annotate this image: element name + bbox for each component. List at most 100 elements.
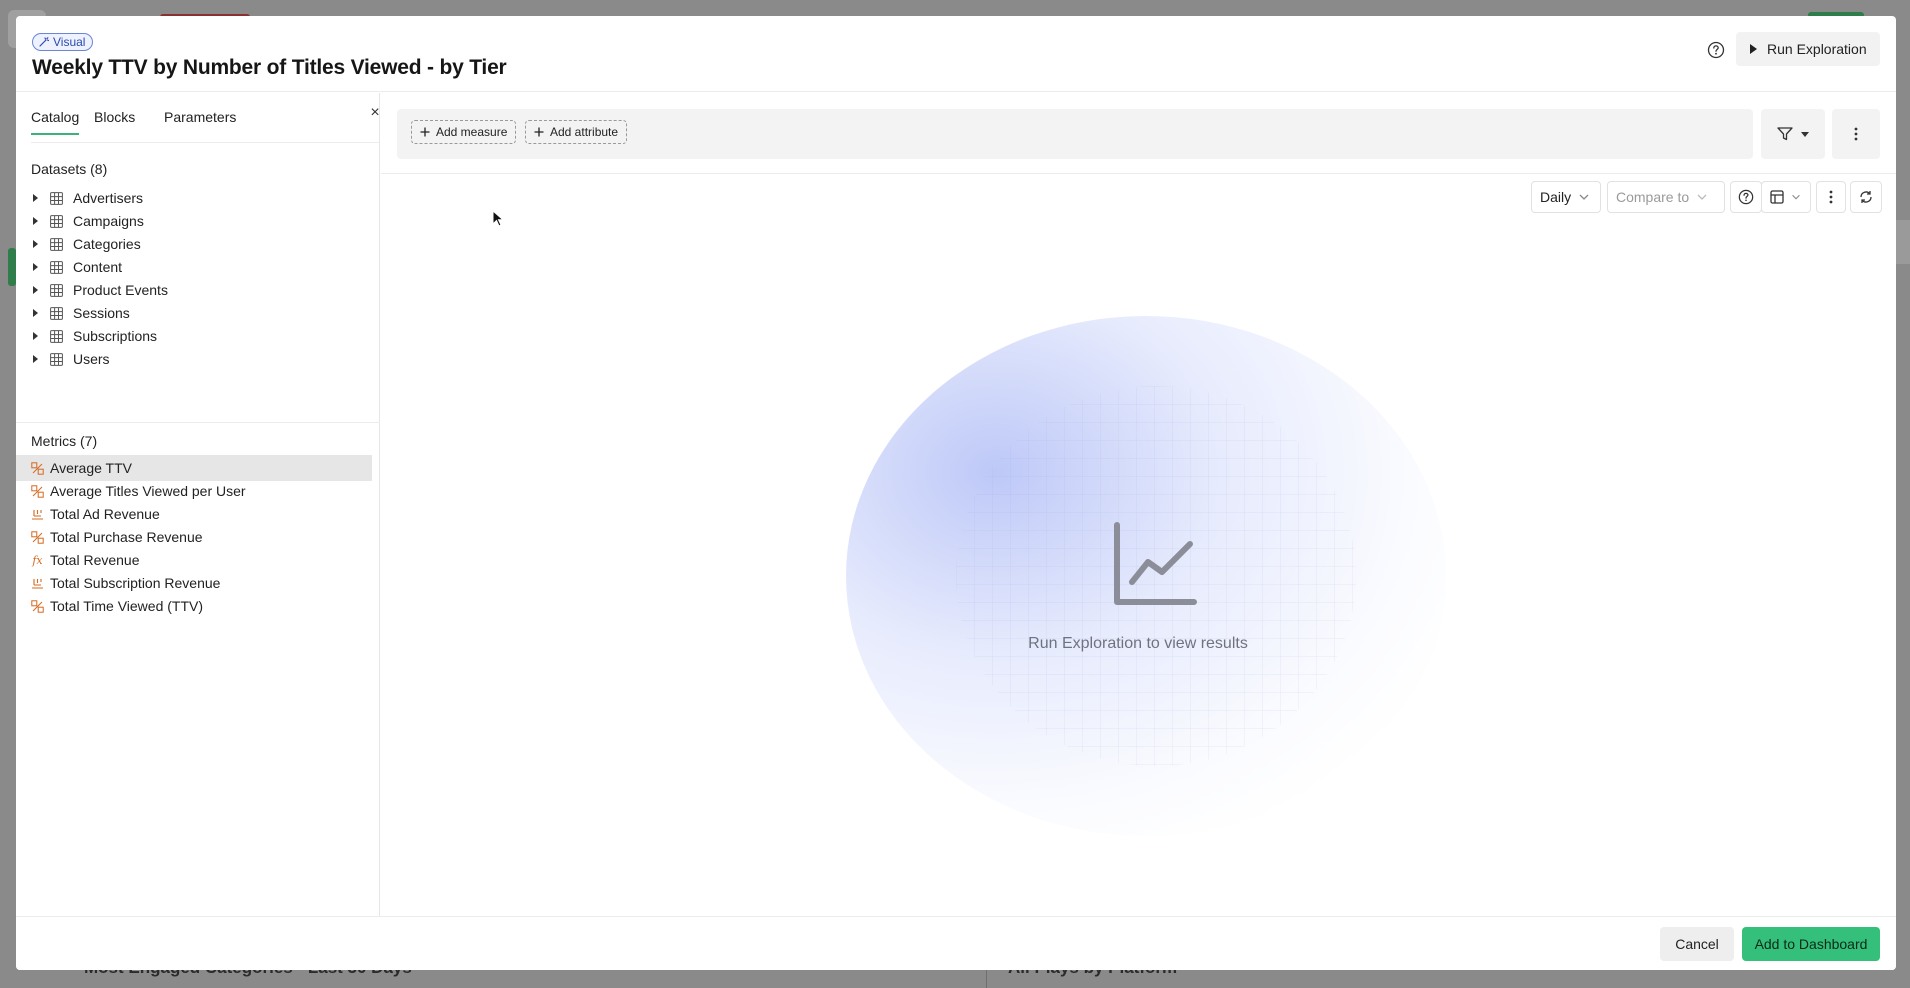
caret-right-icon[interactable] (33, 263, 38, 271)
modal-header: Visual Weekly TTV by Number of Titles Vi… (16, 16, 1896, 92)
table-icon (1770, 190, 1784, 204)
background-green-tab (8, 248, 16, 286)
background-right-strip (1896, 220, 1910, 264)
catalog-tabs: Catalog Blocks Parameters × (31, 93, 380, 143)
chevron-down-icon (1792, 194, 1800, 200)
tab-parameters[interactable]: Parameters (164, 109, 236, 125)
dataset-label: Advertisers (73, 190, 144, 206)
play-icon (1750, 44, 1757, 54)
table-icon (50, 191, 63, 205)
help-button[interactable] (1704, 38, 1728, 62)
compare-to-select[interactable]: Compare to (1607, 181, 1725, 213)
filter-icon (1777, 127, 1793, 141)
dataset-item[interactable]: Content (31, 256, 371, 278)
chevron-down-icon (1697, 194, 1707, 200)
visualization-type-select[interactable] (1761, 181, 1811, 213)
datasets-heading: Datasets (8) (31, 161, 108, 177)
line-chart-icon (1114, 522, 1197, 605)
tab-catalog[interactable]: Catalog (31, 109, 80, 135)
dataset-item[interactable]: Campaigns (31, 210, 371, 232)
table-icon (50, 306, 63, 320)
chevron-down-icon (1579, 194, 1589, 200)
granularity-select[interactable]: Daily (1531, 181, 1601, 213)
refresh-button[interactable] (1850, 181, 1882, 213)
tab-blocks[interactable]: Blocks (94, 109, 135, 125)
table-icon (50, 352, 63, 366)
cancel-button[interactable]: Cancel (1660, 927, 1734, 961)
close-panel-button[interactable]: × (367, 104, 383, 122)
catalog-panel: Catalog Blocks Parameters × Datasets (8)… (16, 93, 380, 916)
dataset-item[interactable]: Sessions (31, 302, 371, 324)
section-divider (16, 422, 380, 423)
add-attribute-label: Add attribute (550, 125, 619, 139)
metrics-heading: Metrics (7) (31, 433, 98, 449)
metric-label: Total Time Viewed (TTV) (50, 598, 204, 614)
sum-icon (31, 508, 44, 521)
more-options-button[interactable] (1832, 109, 1880, 159)
dataset-item[interactable]: Subscriptions (31, 325, 371, 347)
wand-icon (39, 37, 49, 47)
caret-right-icon[interactable] (33, 309, 38, 317)
dataset-label: Content (73, 259, 123, 275)
ratio-icon (31, 530, 44, 544)
granularity-value: Daily (1540, 189, 1572, 205)
caret-right-icon[interactable] (33, 332, 38, 340)
dataset-item[interactable]: Categories (31, 233, 371, 255)
caret-right-icon[interactable] (33, 217, 38, 225)
compare-to-placeholder: Compare to (1616, 189, 1690, 205)
ratio-icon (31, 484, 44, 498)
table-icon (50, 283, 63, 297)
caret-right-icon[interactable] (33, 240, 38, 248)
query-bar: Add measure Add attribute (397, 109, 1753, 159)
dataset-item[interactable]: Users (31, 348, 371, 370)
run-exploration-label: Run Exploration (1767, 41, 1867, 57)
dataset-label: Campaigns (73, 213, 144, 229)
help-icon (1707, 41, 1725, 59)
badge-label: Visual (53, 35, 86, 49)
metric-label: Total Subscription Revenue (50, 575, 221, 591)
dataset-label: Sessions (73, 305, 130, 321)
empty-state-message: Run Exploration to view results (1028, 635, 1248, 652)
dataset-item[interactable]: Product Events (31, 279, 371, 301)
visual-badge: Visual (32, 33, 94, 51)
dataset-item[interactable]: Advertisers (31, 187, 371, 209)
dataset-label: Product Events (73, 282, 168, 298)
caret-right-icon[interactable] (33, 355, 38, 363)
metric-label: Average TTV (50, 460, 132, 476)
metric-label: Total Revenue (50, 552, 140, 568)
table-icon (50, 260, 63, 274)
page-title: Weekly TTV by Number of Titles Viewed - … (32, 56, 507, 79)
refresh-icon (1860, 191, 1872, 203)
metric-item[interactable]: Total Time Viewed (TTV) (16, 593, 372, 619)
add-attribute-button[interactable]: Add attribute (525, 120, 628, 144)
metric-label: Average Titles Viewed per User (50, 483, 246, 499)
fx-icon: fx (32, 553, 43, 567)
filter-dropdown-button[interactable] (1761, 109, 1825, 159)
chart-more-button[interactable] (1816, 181, 1846, 213)
run-exploration-button[interactable]: Run Exploration (1736, 32, 1880, 66)
table-icon (50, 329, 63, 343)
chart-help-button[interactable] (1730, 181, 1762, 213)
add-measure-button[interactable]: Add measure (411, 120, 517, 144)
mouse-cursor-icon (492, 210, 504, 227)
add-measure-label: Add measure (436, 125, 508, 139)
caret-right-icon[interactable] (33, 286, 38, 294)
metric-label: Total Purchase Revenue (50, 529, 203, 545)
ratio-icon (31, 461, 44, 475)
table-icon (50, 237, 63, 251)
help-icon (1738, 189, 1754, 205)
plus-icon (534, 127, 544, 137)
modal-footer: Cancel Add to Dashboard (16, 916, 1896, 970)
kebab-icon (1854, 127, 1858, 141)
plus-icon (420, 127, 430, 137)
add-to-dashboard-button[interactable]: Add to Dashboard (1742, 927, 1880, 961)
kebab-icon (1829, 190, 1833, 204)
dataset-label: Subscriptions (73, 328, 158, 344)
table-icon (50, 214, 63, 228)
toolbar-divider (381, 173, 1896, 174)
sum-icon (31, 577, 44, 590)
dataset-label: Users (73, 351, 110, 367)
caret-right-icon[interactable] (33, 194, 38, 202)
dataset-label: Categories (73, 236, 141, 252)
ratio-icon (31, 599, 44, 613)
